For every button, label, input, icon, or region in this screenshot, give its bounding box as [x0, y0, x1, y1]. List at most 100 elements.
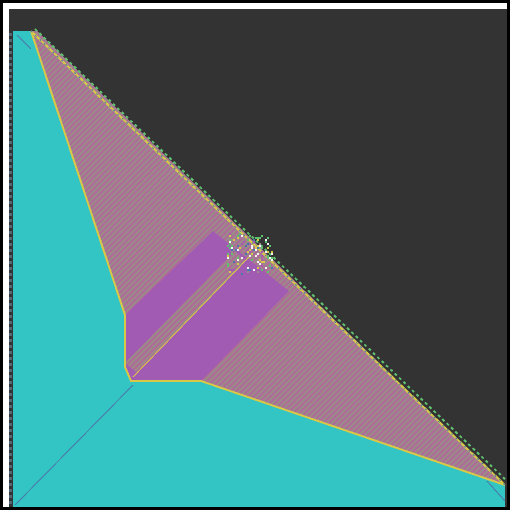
- chaos-cell: [257, 237, 259, 239]
- chaos-cell: [257, 245, 259, 247]
- chaos-cell: [229, 243, 231, 245]
- chaos-cell: [229, 235, 231, 237]
- chaos-cell: [271, 253, 273, 255]
- chaos-cell: [249, 249, 251, 251]
- chaos-cell: [265, 239, 267, 241]
- chaos-cell: [257, 267, 259, 269]
- chaos-cell: [253, 269, 255, 271]
- chaos-cell: [227, 263, 229, 265]
- chaos-cell: [237, 251, 239, 253]
- chaos-cell: [237, 235, 239, 237]
- chaos-cell: [269, 245, 271, 247]
- chaos-cell: [241, 257, 243, 259]
- chaos-cell: [255, 255, 257, 257]
- chaos-cell: [233, 269, 235, 271]
- top-left-block: [13, 31, 29, 35]
- cellular-automaton-canvas: [9, 9, 507, 507]
- chaos-cell: [251, 253, 253, 255]
- chaos-cell: [227, 265, 229, 267]
- chaos-cell: [259, 247, 261, 249]
- chaos-cell: [267, 255, 269, 257]
- chaos-cell: [245, 253, 247, 255]
- chaos-cell: [243, 237, 245, 239]
- chaos-cell: [257, 261, 259, 263]
- chaos-cell: [229, 269, 231, 271]
- chaos-cell: [237, 257, 239, 259]
- chaos-cell: [249, 235, 251, 237]
- chaos-cell: [267, 237, 269, 239]
- chaos-cell: [265, 267, 267, 269]
- chaos-cell: [257, 239, 259, 241]
- chaos-cell: [271, 267, 273, 269]
- chaos-cell: [253, 249, 255, 251]
- chaos-cell: [267, 257, 269, 259]
- chaos-cell: [257, 247, 259, 249]
- chaos-cell: [231, 245, 233, 247]
- chaos-cell: [227, 245, 229, 247]
- chaos-cell: [231, 269, 233, 271]
- chaos-cell: [233, 249, 235, 251]
- chaos-cell: [231, 263, 233, 265]
- chaos-cell: [249, 269, 251, 271]
- chaos-cell: [267, 243, 269, 245]
- chaos-cell: [237, 245, 239, 247]
- chaos-cell: [233, 233, 235, 235]
- chaos-cell: [229, 233, 231, 235]
- chaos-cell: [267, 251, 269, 253]
- chaos-cell: [271, 251, 273, 253]
- chaos-cell: [257, 271, 259, 273]
- chaos-cell: [255, 237, 257, 239]
- chaos-cell: [263, 269, 265, 271]
- chaos-cell: [253, 241, 255, 243]
- chaos-cell: [259, 237, 261, 239]
- chaos-cell: [231, 253, 233, 255]
- chaos-cell: [259, 259, 261, 261]
- chaos-cell: [261, 259, 263, 261]
- chaos-cell: [241, 273, 243, 275]
- chaos-cell: [251, 247, 253, 249]
- chaos-cell: [267, 247, 269, 249]
- chaos-cell: [247, 249, 249, 251]
- chaos-cell: [227, 247, 229, 249]
- chaos-cell: [231, 249, 233, 251]
- chaos-cell: [247, 269, 249, 271]
- chaos-cell: [239, 247, 241, 249]
- image-frame: [0, 0, 510, 510]
- chaos-cell: [241, 235, 243, 237]
- chaos-cell: [255, 249, 257, 251]
- chaos-cell: [247, 253, 249, 255]
- chaos-cell: [229, 271, 231, 273]
- chaos-cell: [265, 251, 267, 253]
- chaos-cell: [237, 249, 239, 251]
- chaos-cell: [257, 253, 259, 255]
- chaos-cell: [237, 259, 239, 261]
- chaos-cell: [239, 235, 241, 237]
- chaos-cell: [261, 247, 263, 249]
- chaos-cell: [261, 265, 263, 267]
- chaos-cell: [233, 239, 235, 241]
- chaos-cell: [239, 233, 241, 235]
- chaos-cell: [245, 269, 247, 271]
- chaos-cell: [247, 239, 249, 241]
- chaos-cell: [261, 235, 263, 237]
- chaos-cell: [229, 241, 231, 243]
- chaos-cell: [229, 247, 231, 249]
- chaos-cell: [241, 243, 243, 245]
- chaos-cell: [265, 241, 267, 243]
- chaos-cell: [267, 271, 269, 273]
- chaos-cell: [239, 263, 241, 265]
- chaos-cell: [259, 243, 261, 245]
- chaos-cell: [261, 261, 263, 263]
- chaos-cell: [247, 251, 249, 253]
- chaos-cell: [251, 255, 253, 257]
- chaos-cell: [235, 249, 237, 251]
- chaos-cell: [227, 257, 229, 259]
- chaos-cell: [231, 251, 233, 253]
- chaos-cell: [247, 243, 249, 245]
- chaos-cell: [271, 271, 273, 273]
- chaos-cell: [259, 245, 261, 247]
- chaos-cell: [245, 245, 247, 247]
- chaos-cell: [269, 265, 271, 267]
- chaos-cell: [247, 237, 249, 239]
- chaos-cell: [247, 271, 249, 273]
